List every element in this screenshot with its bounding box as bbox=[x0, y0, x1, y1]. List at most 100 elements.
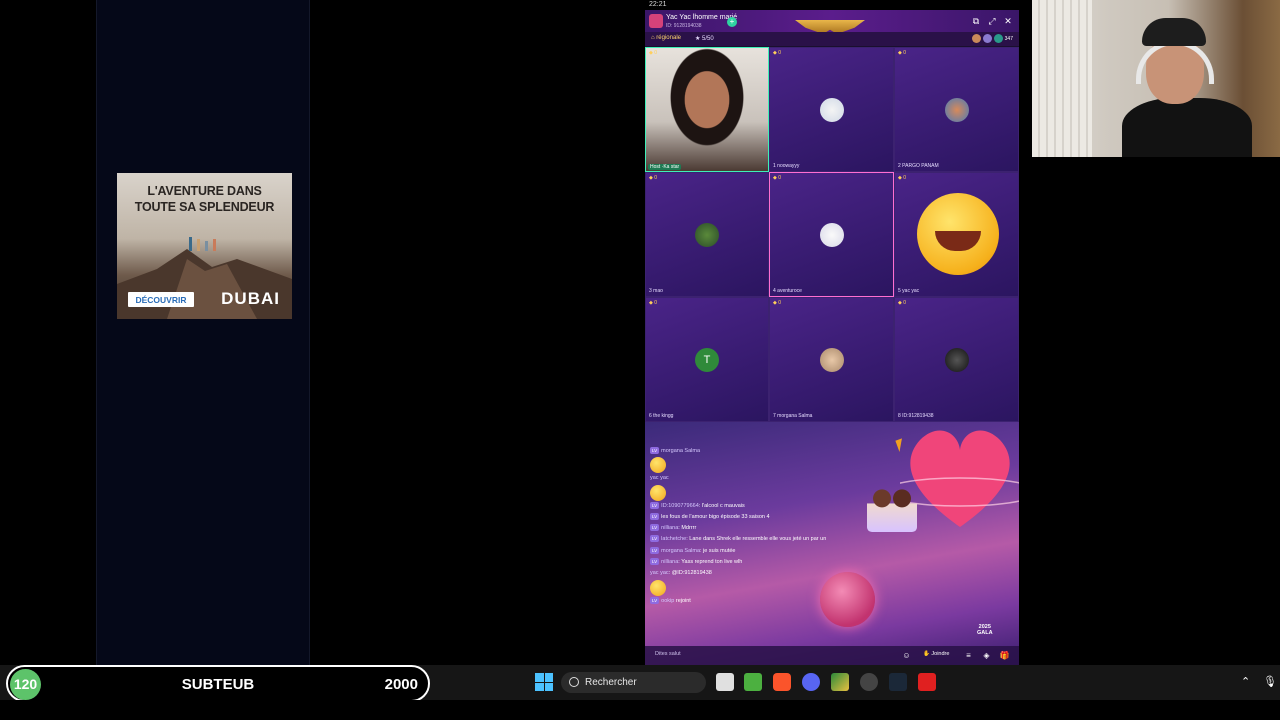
chat-message: LV ookip rejoint bbox=[650, 596, 691, 604]
avatar bbox=[944, 97, 969, 122]
desktop: L'AVENTURE DANS TOUTE SA SPLENDEUR DÉCOU… bbox=[0, 0, 1280, 720]
live-room-window: 22:21 Yac Yac lhomme marié ID: 912819403… bbox=[645, 0, 1019, 665]
ad-title: L'AVENTURE DANS TOUTE SA SPLENDEUR bbox=[134, 184, 275, 214]
seat-2[interactable]: ◆ 0 2 PARGO PANAM bbox=[894, 47, 1019, 172]
menu-icon[interactable]: ≡ bbox=[963, 650, 974, 661]
chat-message: LV morgana Salma: je suis mutée bbox=[650, 546, 736, 554]
games-icon[interactable]: ◈ bbox=[981, 650, 992, 661]
seat-1[interactable]: ◆ 0 1 noowayyy bbox=[769, 47, 894, 172]
browser-page-panel: L'AVENTURE DANS TOUTE SA SPLENDEUR DÉCOU… bbox=[96, 0, 310, 665]
seat-name: Host ·Ka star bbox=[648, 164, 682, 170]
follow-plus-icon[interactable]: + bbox=[727, 17, 737, 27]
streamer bbox=[1122, 18, 1252, 157]
gift-icon[interactable]: 🎁 bbox=[999, 650, 1010, 661]
chat-messages: LV morgana Salma yac yac LV ID:1090779664:… bbox=[650, 446, 940, 607]
chat-message: LV ID:1090779664: l'alcool c mauvais bbox=[650, 501, 745, 509]
seat-name: yac yac bbox=[902, 288, 920, 294]
headset-icon bbox=[1136, 40, 1214, 84]
microphone-icon[interactable]: 🎙 bbox=[1263, 675, 1277, 688]
seat-index: 8 bbox=[898, 413, 901, 419]
brave-icon[interactable] bbox=[773, 673, 791, 691]
taskbar-search[interactable]: Rechercher bbox=[561, 672, 706, 693]
seat-5[interactable]: ◆ 0 5 yac yac bbox=[894, 172, 1019, 297]
chat-input-bar: Dites salut ☺ ✋ Joindre ≡ ◈ 🎁 bbox=[645, 646, 1019, 665]
seat-host[interactable]: ◆ 0 Host ·Ka star bbox=[645, 47, 769, 172]
bottom-border bbox=[0, 700, 1280, 720]
seat-name: PARGO PANAM bbox=[902, 163, 939, 169]
chat-input[interactable]: Dites salut bbox=[655, 651, 681, 657]
seat-name: noowayyy bbox=[777, 163, 800, 169]
viewer-count: 347 bbox=[1004, 35, 1013, 42]
chat-message: LV nilliana: Mdrrrr bbox=[650, 524, 697, 532]
viewer-avatar bbox=[982, 34, 992, 43]
chevron-up-icon[interactable]: ⌃ bbox=[1241, 675, 1250, 688]
youtube-icon[interactable] bbox=[918, 673, 936, 691]
seat-gift-icon: ◆ 0 bbox=[898, 50, 907, 56]
seat-index: 4 bbox=[773, 288, 776, 294]
seat-gift-icon: ◆ 0 bbox=[898, 300, 907, 306]
external-link-icon[interactable]: ⧉ bbox=[971, 16, 981, 26]
avatar: T bbox=[695, 347, 719, 372]
seat-gift-icon: ◆ 0 bbox=[773, 50, 782, 56]
chat-message: LV latchetche: Lane dans Shrek elle resse… bbox=[650, 535, 827, 543]
window-blind bbox=[1032, 0, 1092, 157]
chat-area: LV morgana Salma yac yac LV ID:1090779664:… bbox=[645, 422, 1019, 665]
app-icon[interactable] bbox=[831, 673, 849, 691]
chat-message: LV morgana Salma bbox=[650, 447, 700, 454]
room-avatar[interactable] bbox=[649, 14, 663, 28]
room-info-bar: ⌂ régionale ★ 5/50 347 bbox=[645, 32, 1019, 46]
obs-icon[interactable] bbox=[860, 673, 878, 691]
seat-grid: ◆ 0 Host ·Ka star ◆ 0 1 noowayyy ◆ 0 2 P… bbox=[645, 47, 1019, 422]
close-icon[interactable]: ✕ bbox=[1003, 16, 1013, 26]
seat-gift-icon: ◆ 0 bbox=[649, 300, 658, 306]
seat-name: morgana Salma bbox=[777, 413, 813, 419]
seat-6[interactable]: ◆ 0 T 6 the kingg bbox=[645, 297, 769, 422]
chat-message bbox=[650, 579, 940, 596]
avatar bbox=[819, 222, 844, 247]
host-video bbox=[646, 48, 768, 171]
discover-button[interactable]: DÉCOUVRIR bbox=[128, 292, 194, 307]
room-header: Yac Yac lhomme marié ID: 9128194038 + ⧉ … bbox=[645, 10, 1019, 34]
seat-3[interactable]: ◆ 0 3 mao bbox=[645, 172, 769, 297]
steam-icon[interactable] bbox=[889, 673, 907, 691]
emoji-picker-icon[interactable]: ☺ bbox=[901, 650, 912, 661]
seat-name: ID:912819438 bbox=[902, 413, 934, 419]
chat-message: yac yac bbox=[650, 475, 669, 482]
chat-message bbox=[650, 457, 940, 474]
seat-index: 1 bbox=[773, 163, 776, 169]
dubai-ad-banner[interactable]: L'AVENTURE DANS TOUTE SA SPLENDEUR DÉCOU… bbox=[117, 173, 292, 319]
viewer-list[interactable]: 347 bbox=[971, 34, 1013, 43]
viewer-avatar bbox=[971, 34, 981, 43]
stats-label: 5/50 bbox=[702, 36, 714, 42]
dubai-logo: DUBAI bbox=[221, 289, 280, 308]
gala-badge[interactable]: 2025 GALA bbox=[977, 624, 993, 636]
seat-index: 3 bbox=[649, 288, 652, 294]
chat-message: LV les fous de l'amour bigo épisode 33 sa… bbox=[650, 512, 770, 520]
stats-badge[interactable]: ★ 5/50 bbox=[695, 35, 714, 42]
task-view-icon[interactable] bbox=[716, 673, 734, 691]
chat-message: LV nilliana: Yass reprend ton live wlh bbox=[650, 558, 743, 566]
seat-name: the kingg bbox=[653, 413, 674, 419]
webcam-feed bbox=[1032, 0, 1280, 157]
avatar bbox=[695, 222, 719, 247]
sub-goal-label: SUBTEUB bbox=[181, 676, 255, 693]
sub-goal-counter: 120 SUBTEUB 2000 bbox=[6, 665, 430, 702]
seat-8[interactable]: ◆ 0 8 ID:912819438 bbox=[894, 297, 1019, 422]
seat-gift-icon: ◆ 0 bbox=[649, 50, 658, 56]
search-label: Rechercher bbox=[585, 677, 637, 688]
expand-icon[interactable]: ⤢ bbox=[987, 16, 997, 26]
seat-index: 2 bbox=[898, 163, 901, 169]
seat-gift-icon: ◆ 0 bbox=[898, 175, 907, 181]
seat-7[interactable]: ◆ 0 7 morgana Salma bbox=[769, 297, 894, 422]
emoji-icon bbox=[650, 484, 666, 501]
region-badge[interactable]: ⌂ régionale bbox=[651, 35, 681, 41]
cap bbox=[1142, 18, 1206, 46]
join-label: Joindre bbox=[931, 651, 950, 657]
windows-start-icon[interactable] bbox=[535, 673, 553, 691]
seat-index: 6 bbox=[649, 413, 652, 419]
seat-4[interactable]: ◆ 0 4 aventuroce bbox=[769, 172, 894, 297]
app-green-icon[interactable] bbox=[744, 673, 762, 691]
join-button[interactable]: ✋ Joindre bbox=[923, 651, 949, 657]
status-time: 22:21 bbox=[645, 0, 1019, 10]
discord-icon[interactable] bbox=[802, 673, 820, 691]
